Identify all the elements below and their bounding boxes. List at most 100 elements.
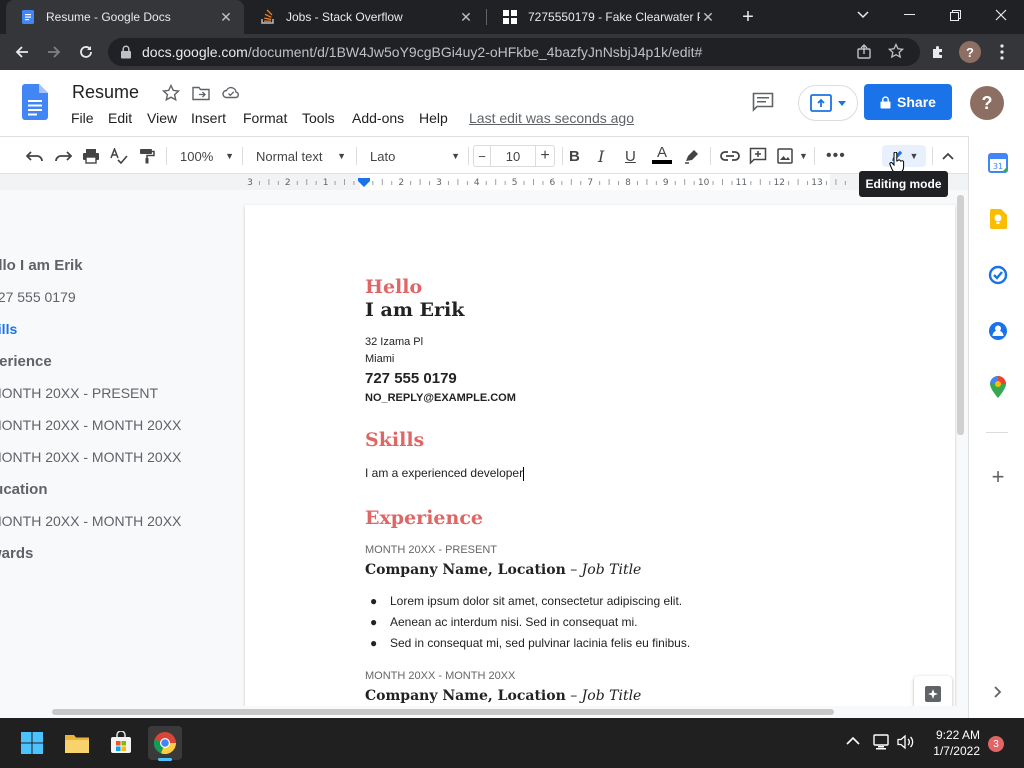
notification-badge[interactable]: 3 — [988, 736, 1004, 752]
maps-icon[interactable] — [987, 376, 1009, 398]
bold-icon[interactable]: B — [569, 145, 580, 167]
tab-search-chevron-icon[interactable] — [840, 0, 886, 30]
lock-icon[interactable] — [120, 45, 132, 59]
address-bar[interactable]: docs.google.com/document/d/1BW4Jw5oY9cgB… — [108, 38, 920, 66]
outline-item[interactable]: MONTH 20XX - MONTH 20XX — [0, 449, 181, 465]
network-icon[interactable] — [872, 734, 890, 750]
date-text: 1/7/2022 — [933, 744, 980, 758]
extensions-puzzle-icon[interactable] — [926, 40, 950, 64]
cloud-status-icon[interactable] — [222, 85, 240, 99]
indent-marker-icon[interactable] — [358, 178, 370, 188]
close-icon[interactable]: ✕ — [218, 9, 234, 25]
more-options-icon[interactable]: ••• — [826, 145, 846, 167]
minimize-icon[interactable] — [886, 0, 932, 30]
decrease-font-size-button[interactable]: − — [473, 145, 491, 167]
tasks-icon[interactable] — [987, 264, 1009, 286]
menu-addons[interactable]: Add-ons — [352, 110, 404, 126]
outline-item[interactable]: wards — [0, 545, 33, 562]
collapse-chevron-up-icon[interactable] — [942, 145, 954, 167]
add-addon-plus-icon[interactable]: + — [987, 464, 1009, 489]
window-close-icon[interactable] — [978, 0, 1024, 30]
scrollbar-thumb[interactable] — [52, 709, 834, 715]
outline-item[interactable]: ello I am Erik — [0, 257, 83, 274]
volume-icon[interactable] — [897, 734, 915, 750]
horizontal-ruler[interactable]: 32112345678910111213 — [0, 174, 968, 190]
kebab-menu-icon[interactable] — [990, 40, 1014, 64]
font-size-input[interactable]: 10 — [490, 145, 536, 167]
insert-image-button[interactable]: ▼ — [777, 145, 808, 167]
profile-avatar[interactable]: ? — [958, 40, 982, 64]
outline-item[interactable]: MONTH 20XX - PRESENT — [0, 385, 158, 401]
star-icon[interactable] — [162, 84, 180, 102]
zoom-select[interactable]: 100% ▼ — [180, 145, 234, 167]
tray-chevron-up-icon[interactable] — [846, 736, 860, 745]
restore-icon[interactable] — [932, 0, 978, 30]
time-text: 9:22 AM — [935, 728, 980, 742]
expand-panel-chevron-icon[interactable] — [987, 681, 1009, 703]
contacts-icon[interactable] — [987, 320, 1009, 342]
scrollbar-thumb[interactable] — [957, 195, 964, 435]
clock[interactable]: 9:22 AM 1/7/2022 — [924, 727, 980, 759]
chevron-down-icon: ▼ — [451, 151, 460, 161]
undo-icon[interactable] — [26, 145, 44, 167]
account-avatar[interactable]: ? — [970, 86, 1004, 120]
add-comment-icon[interactable] — [749, 145, 767, 167]
ruler-tick-label: 2 — [398, 178, 404, 188]
insert-link-icon[interactable] — [720, 145, 740, 167]
docs-logo-icon[interactable] — [22, 84, 48, 120]
skills-text-content: I am a experienced developer — [365, 466, 524, 480]
move-folder-icon[interactable] — [192, 85, 210, 101]
new-tab-plus-icon[interactable]: + — [736, 6, 760, 28]
keep-icon[interactable] — [987, 208, 1009, 230]
last-edit-link[interactable]: Last edit was seconds ago — [469, 110, 634, 126]
close-icon[interactable]: ✕ — [700, 9, 716, 25]
share-page-icon[interactable] — [856, 44, 872, 60]
paragraph-style-select[interactable]: Normal text ▼ — [256, 145, 346, 167]
menu-file[interactable]: File — [71, 110, 94, 126]
close-icon[interactable]: ✕ — [458, 9, 474, 25]
text-color-icon[interactable]: A — [651, 145, 673, 167]
ruler-tick-label: 2 — [285, 178, 291, 188]
tab-fake-clearwater[interactable]: 7275550179 - Fake Clearwater Ph ✕ — [488, 0, 726, 34]
spellcheck-icon[interactable] — [110, 145, 128, 167]
document-page[interactable]: Hello I am Erik 32 Izama Pl Miami 727 55… — [245, 205, 955, 718]
comments-icon[interactable] — [752, 92, 774, 112]
microsoft-store-icon[interactable] — [104, 726, 138, 760]
menu-help[interactable]: Help — [419, 110, 448, 126]
menu-insert[interactable]: Insert — [191, 110, 226, 126]
menu-view[interactable]: View — [147, 110, 177, 126]
present-button[interactable] — [798, 85, 858, 121]
outline-item-active[interactable]: kills — [0, 321, 17, 337]
forward-arrow-icon[interactable] — [42, 40, 66, 64]
file-explorer-icon[interactable] — [60, 726, 94, 760]
reload-icon[interactable] — [74, 40, 98, 64]
share-button[interactable]: Share — [864, 84, 952, 120]
calendar-icon[interactable]: 31 — [987, 152, 1009, 174]
tab-resume[interactable]: Resume - Google Docs ✕ — [6, 0, 244, 34]
print-icon[interactable] — [82, 145, 100, 167]
horizontal-scrollbar[interactable] — [0, 706, 968, 718]
chrome-taskbar-icon[interactable] — [148, 726, 182, 761]
highlight-color-icon[interactable] — [683, 145, 701, 167]
bookmark-star-icon[interactable] — [888, 43, 904, 59]
menu-tools[interactable]: Tools — [302, 110, 335, 126]
menu-format[interactable]: Format — [243, 110, 287, 126]
document-title[interactable]: Resume — [72, 82, 139, 103]
outline-item[interactable]: lucation — [0, 481, 48, 498]
back-arrow-icon[interactable] — [10, 40, 34, 64]
underline-icon[interactable]: U — [625, 145, 636, 167]
outline-item[interactable]: perience — [0, 353, 52, 370]
outline-item[interactable]: MONTH 20XX - MONTH 20XX — [0, 513, 181, 529]
outline-item[interactable]: 727 555 0179 — [0, 289, 76, 305]
menu-edit[interactable]: Edit — [108, 110, 132, 126]
italic-icon[interactable]: I — [598, 145, 604, 167]
redo-icon[interactable] — [54, 145, 72, 167]
outline-item[interactable]: MONTH 20XX - MONTH 20XX — [0, 417, 181, 433]
paint-format-icon[interactable] — [138, 145, 156, 167]
windows-start-icon[interactable] — [15, 726, 49, 760]
ruler-tick-label: 10 — [698, 178, 710, 188]
vertical-scrollbar[interactable] — [955, 190, 966, 706]
font-select[interactable]: Lato ▼ — [370, 145, 460, 167]
increase-font-size-button[interactable]: + — [535, 145, 555, 167]
tab-stackoverflow[interactable]: Jobs - Stack Overflow ✕ — [246, 0, 484, 34]
